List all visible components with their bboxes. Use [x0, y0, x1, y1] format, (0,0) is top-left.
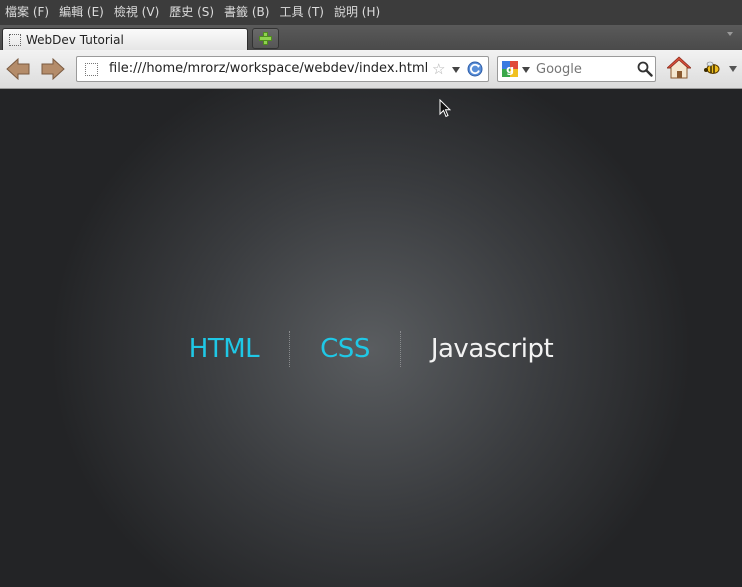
page-content: HTML CSS Javascript	[0, 89, 742, 587]
nav-link-css[interactable]: CSS	[290, 330, 400, 368]
page-favicon-icon	[9, 33, 21, 46]
tab-webdev-tutorial[interactable]: WebDev Tutorial	[2, 28, 248, 50]
home-icon[interactable]	[667, 56, 691, 80]
plus-icon	[259, 32, 272, 45]
back-arrow-icon[interactable]	[6, 58, 30, 80]
url-bar[interactable]: file:///home/mrorz/workspace/webdev/inde…	[76, 56, 489, 82]
search-engine-dropdown-icon[interactable]	[522, 67, 530, 73]
url-text[interactable]: file:///home/mrorz/workspace/webdev/inde…	[109, 61, 428, 76]
menu-tools[interactable]: 工具 (T)	[274, 0, 329, 25]
menu-bar: 檔案 (F) 編輯 (E) 檢視 (V) 歷史 (S) 書籤 (B) 工具 (T…	[0, 0, 742, 25]
menu-bookmarks[interactable]: 書籤 (B)	[219, 0, 274, 25]
tab-title: WebDev Tutorial	[26, 32, 124, 47]
menu-help[interactable]: 說明 (H)	[329, 0, 385, 25]
search-input[interactable]	[536, 62, 632, 77]
toolbar-overflow-icon[interactable]	[729, 66, 737, 72]
reload-icon[interactable]	[467, 61, 483, 77]
bee-icon[interactable]	[703, 60, 721, 76]
tab-list-dropdown-icon[interactable]	[727, 32, 733, 36]
menu-view[interactable]: 檢視 (V)	[109, 0, 164, 25]
nav-link-html[interactable]: HTML	[159, 330, 289, 368]
topic-nav: HTML CSS Javascript	[0, 330, 742, 368]
mouse-cursor-icon	[439, 99, 451, 118]
site-identity-icon[interactable]	[85, 63, 98, 76]
menu-file[interactable]: 檔案 (F)	[0, 0, 54, 25]
search-bar[interactable]: g	[497, 56, 656, 82]
nav-link-javascript[interactable]: Javascript	[401, 330, 583, 368]
menu-edit[interactable]: 編輯 (E)	[54, 0, 109, 25]
google-icon[interactable]: g	[502, 61, 518, 77]
forward-arrow-icon[interactable]	[41, 58, 65, 80]
menu-history[interactable]: 歷史 (S)	[164, 0, 219, 25]
bookmark-star-icon[interactable]: ☆	[432, 60, 445, 78]
navigation-toolbar: file:///home/mrorz/workspace/webdev/inde…	[0, 50, 742, 89]
tab-strip: WebDev Tutorial	[0, 25, 742, 50]
svg-text:g: g	[506, 63, 514, 76]
url-history-dropdown-icon[interactable]	[452, 67, 460, 73]
search-icon[interactable]	[637, 61, 653, 77]
new-tab-button[interactable]	[252, 28, 279, 49]
